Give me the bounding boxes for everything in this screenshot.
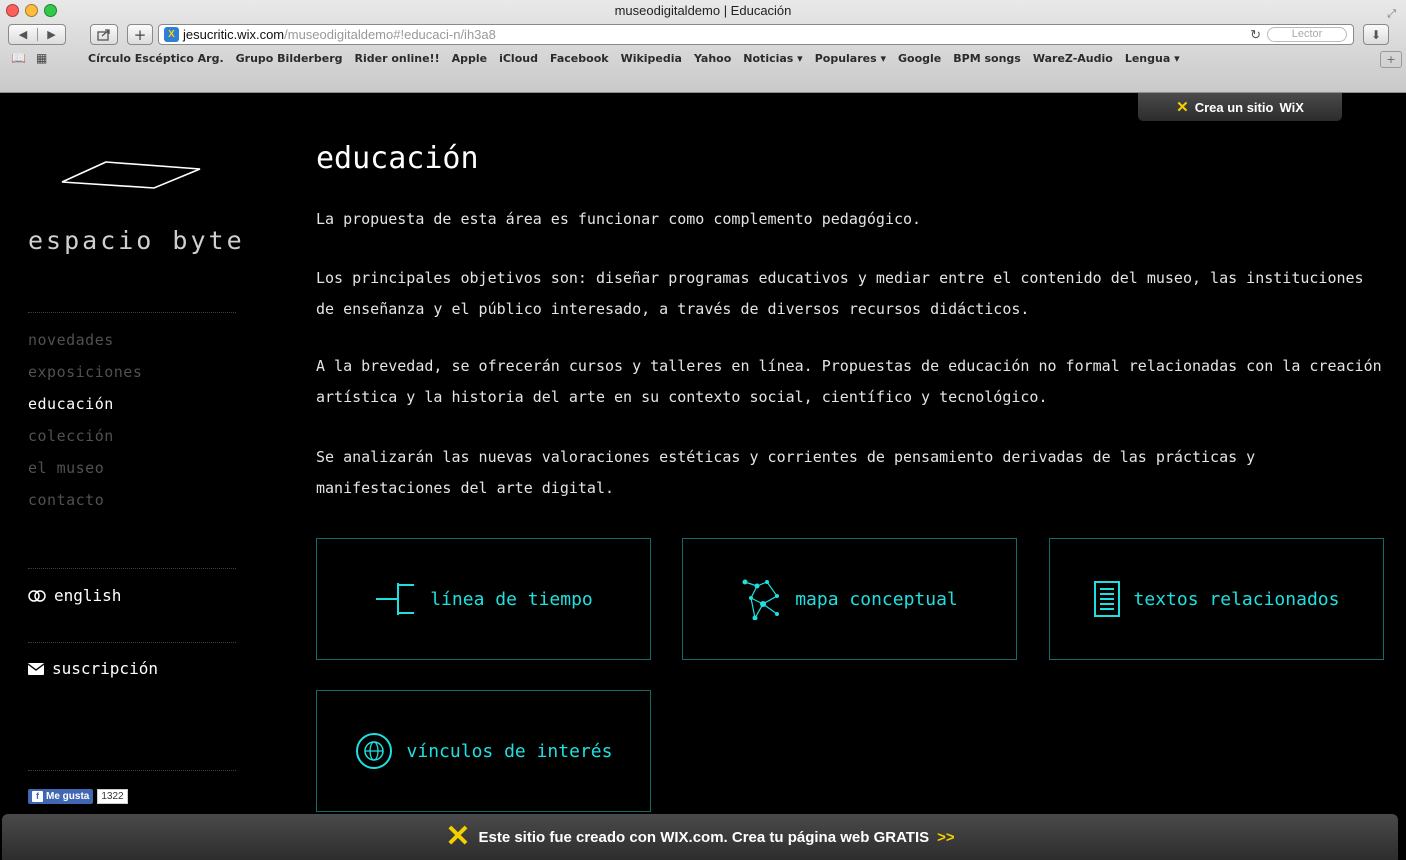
- close-window-icon[interactable]: [6, 4, 19, 17]
- reload-icon[interactable]: ↻: [1250, 25, 1261, 44]
- timeline-tile[interactable]: línea de tiempo: [316, 538, 651, 660]
- subscribe-link[interactable]: suscripción: [28, 659, 158, 678]
- bookmark-item[interactable]: Facebook: [550, 52, 609, 65]
- related-texts-tile[interactable]: textos relacionados: [1049, 538, 1384, 660]
- url-domain: jesucritic.wix.com: [183, 27, 285, 42]
- bookmark-item[interactable]: Wikipedia: [621, 52, 682, 65]
- bookmark-item[interactable]: Google: [898, 52, 941, 65]
- like-count: 1322: [97, 789, 128, 804]
- wix-logo-icon: ✕: [1176, 99, 1189, 116]
- sidebar-divider: [28, 312, 236, 313]
- downloads-button[interactable]: ⬇: [1363, 24, 1389, 45]
- facebook-like-widget: f Me gusta 1322: [28, 789, 128, 804]
- network-icon: [741, 578, 781, 620]
- banner-arrow: >>: [937, 828, 955, 846]
- wix-promo-banner[interactable]: ✕ Este sitio fue creado con WIX.com. Cre…: [2, 814, 1398, 860]
- bookmark-tools: 📖 ▦: [11, 51, 47, 65]
- bookmark-item[interactable]: Populares ▾: [815, 52, 886, 65]
- window-title: museodigitaldemo | Educación: [614, 3, 792, 18]
- timeline-icon: [374, 581, 416, 617]
- tile-label: textos relacionados: [1133, 588, 1340, 610]
- site-brand[interactable]: espacio byte: [28, 226, 245, 255]
- nav-item[interactable]: novedades: [28, 328, 142, 360]
- courses-paragraph: A la brevedad, se ofrecerán cursos y tal…: [316, 357, 1382, 406]
- bookmark-item[interactable]: iCloud: [499, 52, 538, 65]
- nav-item[interactable]: contacto: [28, 488, 142, 520]
- reader-button[interactable]: Lector: [1267, 27, 1347, 42]
- wix-favicon-icon: X: [164, 27, 179, 42]
- english-label: english: [54, 586, 122, 605]
- page-title: educación: [316, 141, 479, 176]
- bookmark-item[interactable]: Apple: [452, 52, 488, 65]
- bookmark-list: Círculo Escéptico Arg. Grupo Bilderberg Ri…: [88, 52, 1192, 65]
- bookmark-item[interactable]: Círculo Escéptico Arg.: [88, 52, 224, 65]
- site-nav: novedades exposiciones educación colección e…: [28, 328, 142, 520]
- download-icon: ⬇: [1370, 27, 1382, 42]
- nav-item[interactable]: el museo: [28, 456, 142, 488]
- bookmark-item[interactable]: WareZ-Audio: [1033, 52, 1113, 65]
- intro-paragraph: La propuesta de esta área es funcionar c…: [316, 210, 922, 228]
- nav-item[interactable]: colección: [28, 424, 142, 456]
- analysis-paragraph: Se analizarán las nuevas valoraciones es…: [316, 448, 1256, 497]
- like-label: Me gusta: [46, 791, 90, 802]
- espacio-byte-logo-icon[interactable]: [60, 160, 202, 190]
- bookmark-item[interactable]: Grupo Bilderberg: [236, 52, 343, 65]
- sidebar-divider: [28, 568, 236, 569]
- banner-text: Este sitio fue creado con WIX.com. Crea …: [478, 828, 930, 846]
- bookmark-item[interactable]: Lengua ▾: [1125, 52, 1180, 65]
- english-link[interactable]: english: [28, 586, 121, 605]
- bookmarks-bar: 📖 ▦ Círculo Escéptico Arg. Grupo Bilderbe…: [0, 48, 1406, 70]
- window-titlebar: museodigitaldemo | Educación ⤢: [0, 0, 1406, 22]
- nav-item[interactable]: exposiciones: [28, 360, 142, 392]
- share-button[interactable]: [90, 24, 118, 45]
- share-icon: [97, 28, 110, 41]
- history-nav: ◀ ▶: [8, 24, 66, 45]
- bookmark-item[interactable]: Noticias ▾: [743, 52, 802, 65]
- document-icon: [1093, 581, 1120, 617]
- links-of-interest-tile[interactable]: vínculos de interés: [316, 690, 651, 812]
- nav-item[interactable]: educación: [28, 392, 142, 424]
- facebook-like-button[interactable]: f Me gusta: [28, 789, 94, 804]
- minimize-window-icon[interactable]: [25, 4, 38, 17]
- back-button[interactable]: ◀: [9, 28, 37, 41]
- bookmark-item[interactable]: BPM songs: [953, 52, 1021, 65]
- tile-label: línea de tiempo: [430, 588, 593, 610]
- zoom-window-icon[interactable]: [44, 4, 57, 17]
- sidebar-divider: [28, 642, 236, 643]
- wix-badge-brand: WiX: [1279, 99, 1304, 115]
- bookmark-item[interactable]: Yahoo: [694, 52, 731, 65]
- wix-badge-text: Crea un sitio: [1194, 99, 1274, 115]
- top-sites-icon[interactable]: ▦: [36, 51, 47, 65]
- new-tab-button[interactable]: +: [127, 24, 153, 45]
- add-bookmark-button[interactable]: +: [1380, 51, 1402, 68]
- language-toggle-icon: [28, 589, 46, 602]
- create-wix-site-badge[interactable]: ✕ Crea un sitio WiX: [1138, 93, 1342, 121]
- facebook-icon: f: [32, 791, 43, 802]
- browser-toolbar: ◀ ▶ + X jesucritic.wix.com/museodigitald…: [0, 22, 1406, 48]
- bookmark-item[interactable]: Rider online!!: [355, 52, 440, 65]
- tile-label: mapa conceptual: [795, 588, 958, 610]
- subscribe-label: suscripción: [52, 659, 158, 678]
- address-bar[interactable]: X jesucritic.wix.com/museodigitaldemo#!e…: [158, 24, 1354, 45]
- reading-list-icon[interactable]: 📖: [11, 51, 26, 65]
- wix-logo-icon: ✕: [445, 820, 471, 853]
- sidebar-divider: [28, 770, 236, 771]
- concept-map-tile[interactable]: mapa conceptual: [682, 538, 1017, 660]
- objectives-paragraph: Los principales objetivos son: diseñar p…: [316, 269, 1364, 318]
- tile-label: vínculos de interés: [406, 740, 613, 762]
- window-controls: [6, 4, 57, 17]
- url-path: /museodigitaldemo#!educaci-n/ih3a8: [284, 27, 496, 42]
- browser-chrome: museodigitaldemo | Educación ⤢ ◀ ▶ + X j…: [0, 0, 1406, 93]
- globe-icon: [355, 732, 393, 770]
- forward-button[interactable]: ▶: [37, 28, 65, 41]
- envelope-icon: [28, 662, 44, 675]
